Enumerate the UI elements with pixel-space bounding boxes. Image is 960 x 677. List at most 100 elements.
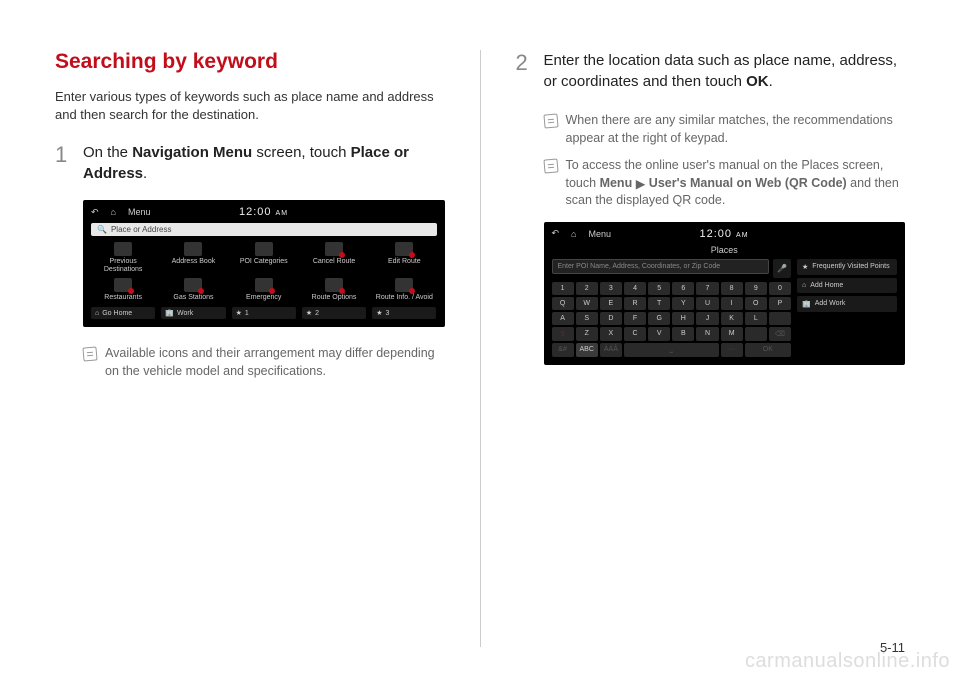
menu-label: Menu xyxy=(128,207,151,217)
bottom-item: ★3 xyxy=(372,307,436,319)
item-label: Route Info. / Avoid xyxy=(376,294,433,301)
grid-item: Route Info. / Avoid xyxy=(372,278,436,302)
item-label: Previous Destinations xyxy=(104,258,143,273)
watermark: carmanualsonline.info xyxy=(745,650,950,673)
column-divider xyxy=(480,50,481,647)
bottom-item: ⌂Go Home xyxy=(91,307,155,319)
abc-key: ABC xyxy=(576,343,598,357)
key: E xyxy=(600,297,622,310)
key-blank: ··· xyxy=(721,343,743,357)
text: On the xyxy=(83,144,132,161)
bottom-bar: ⌂Go Home 🏢Work ★1 ★2 ★3 xyxy=(91,307,437,319)
key: H xyxy=(672,312,694,325)
key: I xyxy=(721,297,743,310)
mode-key: &# xyxy=(552,343,574,357)
ok-key: OK xyxy=(745,343,791,357)
label: Add Home xyxy=(810,282,843,289)
key: L xyxy=(745,312,767,325)
shift-key: ⇧ xyxy=(552,327,574,341)
bold: User's Manual on Web (QR Code) xyxy=(649,176,847,190)
key: 9 xyxy=(745,282,767,295)
bold: Menu xyxy=(600,176,633,190)
home-icon: ⌂ xyxy=(111,207,116,217)
item-label: Edit Route xyxy=(388,258,421,265)
grid-item: Gas Stations xyxy=(161,278,225,302)
note-icon xyxy=(543,158,558,173)
key: W xyxy=(576,297,598,310)
key: 3 xyxy=(600,282,622,295)
label: Go Home xyxy=(102,310,132,317)
key: Y xyxy=(672,297,694,310)
icon-grid: Previous Destinations Address Book POI C… xyxy=(91,242,437,301)
bottom-item: 🏢Work xyxy=(161,307,225,319)
intro-text: Enter various types of keywords such as … xyxy=(55,88,445,124)
key: 7 xyxy=(696,282,718,295)
label: 2 xyxy=(315,310,319,317)
clock: 12:00 AM xyxy=(623,228,825,240)
places-body: Enter POI Name, Address, Coordinates, or… xyxy=(552,259,898,357)
grid-item: Route Options xyxy=(302,278,366,302)
key: G xyxy=(648,312,670,325)
text: . xyxy=(143,165,147,182)
note-text: Available icons and their arrangement ma… xyxy=(105,345,445,380)
left-column: Searching by keyword Enter various types… xyxy=(55,50,445,647)
space-key: ⎵ xyxy=(624,343,719,357)
clock-ampm: AM xyxy=(276,210,289,217)
back-icon: ↶ xyxy=(91,207,99,218)
key: N xyxy=(696,327,718,341)
note-text: To access the online user's manual on th… xyxy=(566,157,906,210)
bottom-item: ★1 xyxy=(232,307,296,319)
key: C xyxy=(624,327,646,341)
key: F xyxy=(624,312,646,325)
key: 4 xyxy=(624,282,646,295)
key: O xyxy=(745,297,767,310)
screenshot-topbar: ↶ ⌂ Menu 12:00 AM xyxy=(91,206,437,218)
text: . xyxy=(769,73,773,90)
keyboard: 1 2 3 4 5 6 7 8 9 0 Q W E R T Y U xyxy=(552,282,792,357)
keyboard-area: Enter POI Name, Address, Coordinates, or… xyxy=(552,259,792,357)
key: 5 xyxy=(648,282,670,295)
right-column: 2 Enter the location data such as place … xyxy=(516,50,906,647)
key: D xyxy=(600,312,622,325)
key: 8 xyxy=(721,282,743,295)
step-2: 2 Enter the location data such as place … xyxy=(516,50,906,92)
key: Z xyxy=(576,327,598,341)
backspace-key: ⌫ xyxy=(769,327,791,341)
key-blank xyxy=(745,327,767,341)
item-label: POI Categories xyxy=(240,258,288,265)
back-icon: ↶ xyxy=(552,228,560,239)
places-header: Places xyxy=(552,245,898,255)
key: V xyxy=(648,327,670,341)
item-label: Restaurants xyxy=(104,294,142,301)
text: Enter the location data such as place na… xyxy=(544,52,898,90)
key: R xyxy=(624,297,646,310)
key: X xyxy=(600,327,622,341)
label: 1 xyxy=(245,310,249,317)
key: A xyxy=(552,312,574,325)
key: P xyxy=(769,297,791,310)
key: J xyxy=(696,312,718,325)
text: screen, touch xyxy=(252,144,350,161)
step-number: 1 xyxy=(55,142,73,184)
item-label: Cancel Route xyxy=(313,258,355,265)
screen-title: Places xyxy=(610,245,840,255)
grid-item: Emergency xyxy=(232,278,296,302)
suggestion-item: ⌂ Add Home xyxy=(797,278,897,293)
suggestion-item: ★ Frequently Visited Points xyxy=(797,259,897,275)
arrow-icon: ▶ xyxy=(636,176,646,194)
screenshot-nav-menu: ↶ ⌂ Menu 12:00 AM 🔍 Place or Address Pre… xyxy=(83,200,445,327)
bold: OK xyxy=(746,73,769,90)
key: U xyxy=(696,297,718,310)
suggestion-item: 🏢 Add Work xyxy=(797,296,897,312)
grid-item: Address Book xyxy=(161,242,225,273)
home-icon: ⌂ xyxy=(571,229,576,239)
search-bar: 🔍 Place or Address xyxy=(91,223,437,236)
key: 2 xyxy=(576,282,598,295)
step-1: 1 On the Navigation Menu screen, touch P… xyxy=(55,142,445,184)
bold: Navigation Menu xyxy=(132,144,252,161)
note-icon xyxy=(82,347,97,362)
key: Q xyxy=(552,297,574,310)
key: 6 xyxy=(672,282,694,295)
note-icon xyxy=(543,113,558,128)
note-text: When there are any similar matches, the … xyxy=(566,112,906,147)
